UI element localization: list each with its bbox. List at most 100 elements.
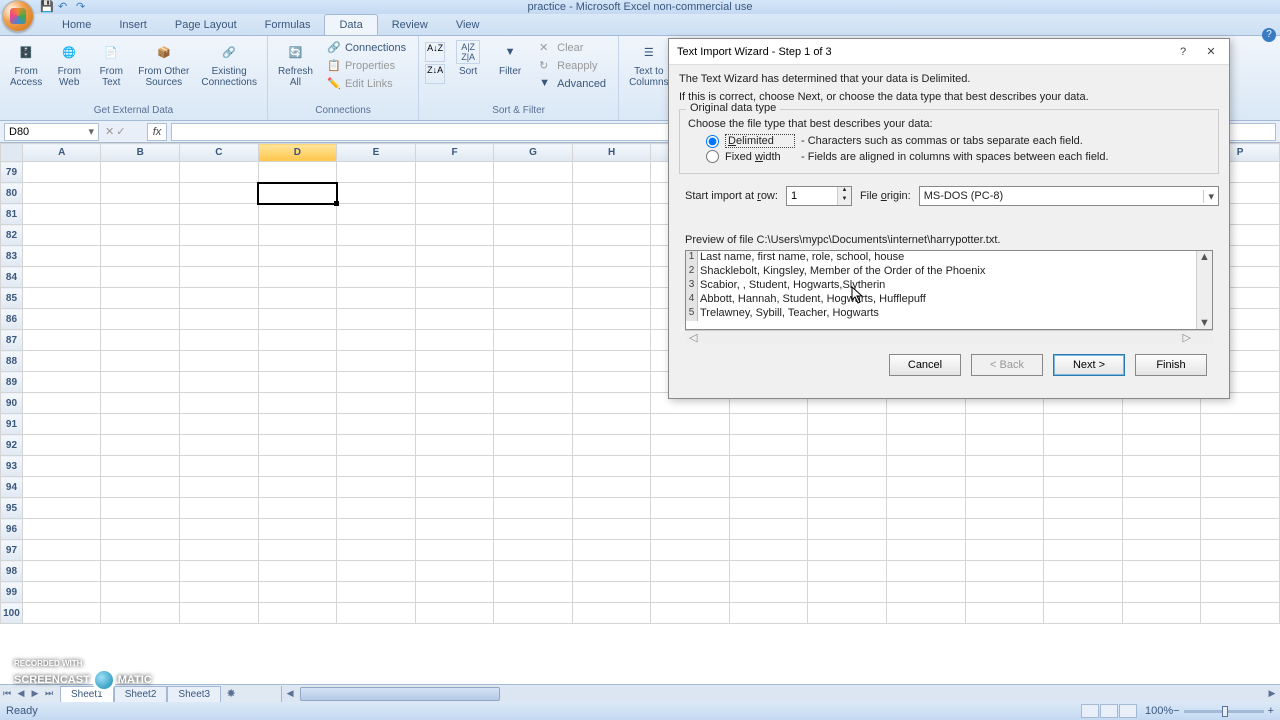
cell[interactable] [337,288,416,309]
cell[interactable] [101,288,180,309]
row-header[interactable]: 80 [1,183,23,204]
sort-button[interactable]: A|ZZ|ASort [449,38,487,79]
cell[interactable] [101,414,180,435]
cell[interactable] [415,477,494,498]
cell[interactable] [415,288,494,309]
cell[interactable] [22,582,101,603]
tab-data[interactable]: Data [324,14,377,35]
cell[interactable] [1201,498,1280,519]
cell[interactable] [22,393,101,414]
cell[interactable] [1122,540,1201,561]
cell[interactable] [965,456,1044,477]
cell[interactable] [101,330,180,351]
cell[interactable] [572,330,651,351]
row-header[interactable]: 89 [1,372,23,393]
cell[interactable] [572,414,651,435]
cell[interactable] [572,561,651,582]
cell[interactable] [415,246,494,267]
connections-button[interactable]: 🔗Connections [323,40,410,56]
cell[interactable] [494,519,573,540]
row-header[interactable]: 84 [1,267,23,288]
cell[interactable] [101,435,180,456]
cell[interactable] [415,603,494,624]
cell[interactable] [180,288,259,309]
cell[interactable] [180,393,259,414]
sort-desc-button[interactable]: Z↓A [425,64,445,84]
column-header[interactable]: E [337,144,416,162]
cell[interactable] [22,498,101,519]
cell[interactable] [22,519,101,540]
row-header[interactable]: 87 [1,330,23,351]
cell[interactable] [101,246,180,267]
cell[interactable] [729,414,808,435]
cell[interactable] [572,582,651,603]
cell[interactable] [180,561,259,582]
cell[interactable] [415,393,494,414]
cell[interactable] [180,498,259,519]
cell[interactable] [886,582,965,603]
cell[interactable] [22,330,101,351]
cell[interactable] [258,603,337,624]
cell[interactable] [1044,477,1123,498]
cancel-icon[interactable]: ✕ [105,125,114,138]
from-web-button[interactable]: 🌐From Web [50,38,88,90]
zoom-out-button[interactable]: − [1173,705,1179,717]
cell[interactable] [101,393,180,414]
dialog-titlebar[interactable]: Text Import Wizard - Step 1 of 3 ? ✕ [669,39,1229,65]
cell[interactable] [258,309,337,330]
row-header[interactable]: 83 [1,246,23,267]
existing-connections-button[interactable]: 🔗Existing Connections [197,38,261,90]
zoom-slider[interactable]: − + [1173,705,1274,717]
cell[interactable] [494,351,573,372]
cell[interactable] [729,456,808,477]
page-layout-view-button[interactable] [1100,704,1118,718]
cell[interactable] [1044,456,1123,477]
cell[interactable] [494,162,573,183]
cell[interactable] [651,456,729,477]
cell[interactable] [415,204,494,225]
cell[interactable] [415,414,494,435]
cell[interactable] [729,519,808,540]
cell[interactable] [415,372,494,393]
clear-button[interactable]: ✕Clear [535,40,610,56]
cell[interactable] [1122,519,1201,540]
cell[interactable] [258,162,337,183]
cell[interactable] [572,204,651,225]
cell[interactable] [258,456,337,477]
cell[interactable] [965,477,1044,498]
row-header[interactable]: 95 [1,498,23,519]
cell[interactable] [1044,519,1123,540]
cell[interactable] [651,435,729,456]
cell[interactable] [729,561,808,582]
cell[interactable] [337,330,416,351]
name-box[interactable]: D80▾ [4,123,99,141]
cell[interactable] [886,435,965,456]
tab-review[interactable]: Review [378,15,442,35]
cell[interactable] [572,372,651,393]
cell[interactable] [337,246,416,267]
cell[interactable] [1044,561,1123,582]
scroll-thumb[interactable] [300,687,500,701]
cell[interactable] [415,435,494,456]
from-text-button[interactable]: 📄From Text [92,38,130,90]
cell[interactable] [337,162,416,183]
cell[interactable] [101,603,180,624]
cell[interactable] [180,267,259,288]
cell[interactable] [180,246,259,267]
tab-page-layout[interactable]: Page Layout [161,15,251,35]
cell[interactable] [258,225,337,246]
cell[interactable] [337,477,416,498]
cell[interactable] [1044,498,1123,519]
page-break-view-button[interactable] [1119,704,1137,718]
cell[interactable] [337,309,416,330]
cell[interactable] [22,183,101,204]
chevron-down-icon[interactable]: ▾ [1203,190,1214,203]
normal-view-button[interactable] [1081,704,1099,718]
cell[interactable] [415,561,494,582]
cell[interactable] [337,414,416,435]
cell[interactable] [101,351,180,372]
cell[interactable] [1044,582,1123,603]
cell[interactable] [101,561,180,582]
cell[interactable] [808,456,887,477]
cell[interactable] [180,183,259,204]
